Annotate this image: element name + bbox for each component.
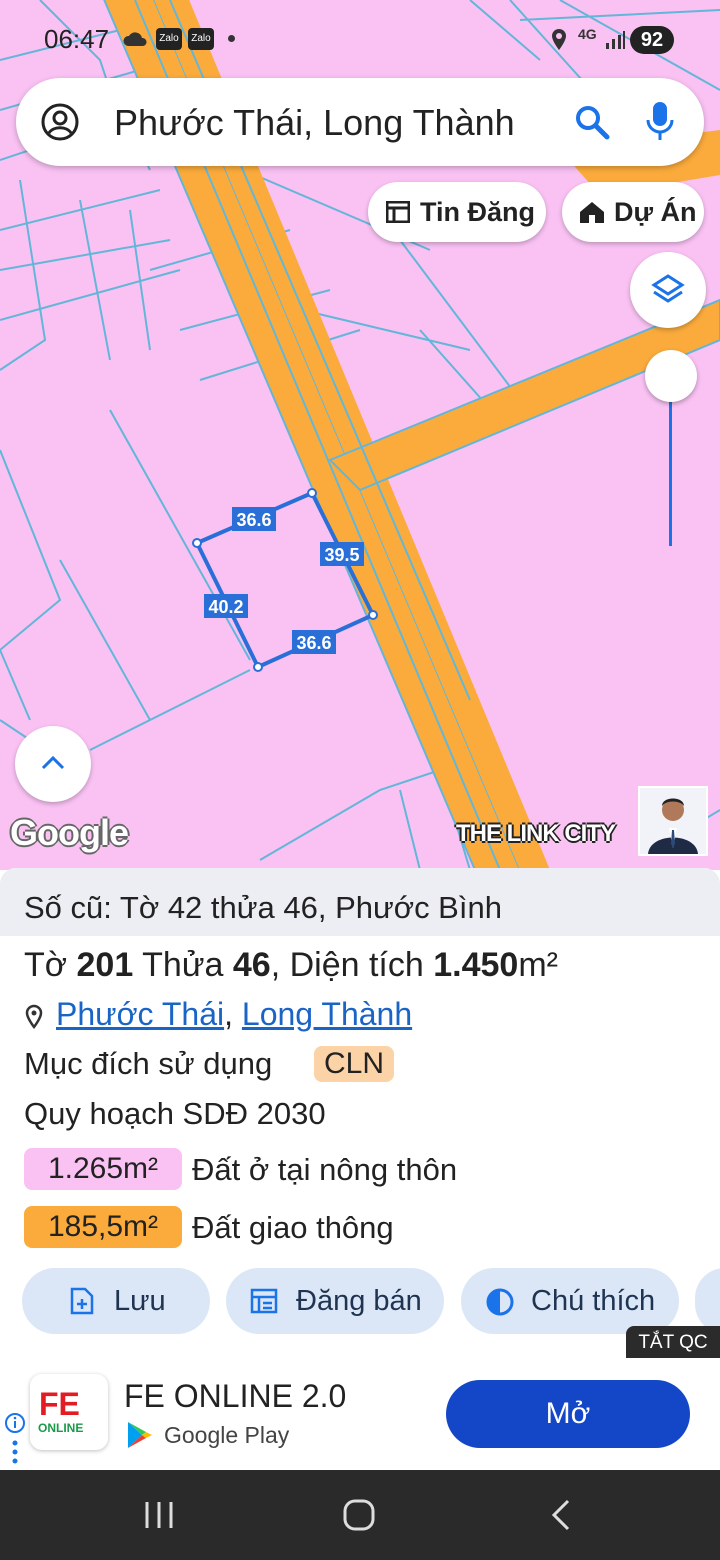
parcel-number: 46 [232, 946, 271, 984]
zone-label-traffic: Đất giao thông [192, 1210, 394, 1245]
edge-label-top: 36.6 [236, 510, 271, 530]
expand-button[interactable] [15, 726, 91, 802]
edge-label-bottom: 36.6 [296, 633, 331, 653]
contrast-icon [486, 1288, 514, 1316]
clock: 06:47 [44, 24, 110, 54]
ad-store-label: Google Play [164, 1422, 290, 1448]
more-actions-button[interactable] [695, 1268, 720, 1334]
zalo-icon: Zalo [156, 28, 182, 50]
search-bar[interactable]: Phước Thái, Long Thành [16, 78, 704, 166]
listings-label: Tin Đăng [420, 197, 536, 227]
district-link[interactable]: Long Thành [242, 996, 412, 1032]
zone-area-residential: 1.265m² [24, 1148, 182, 1190]
listings-chip[interactable]: Tin Đăng [368, 182, 546, 242]
google-play-icon [128, 1422, 152, 1448]
google-logo: Google [10, 812, 129, 853]
system-nav-bar [0, 1470, 720, 1560]
post-sale-label: Đăng bán [296, 1285, 422, 1317]
recent-apps-icon[interactable] [142, 1500, 176, 1530]
logo-text: FE [39, 1386, 80, 1422]
cloud-icon [123, 32, 147, 46]
listing-icon [250, 1288, 278, 1314]
map-view[interactable]: 36.6 39.5 40.2 36.6 06:47 Zalo Zalo 4G 9… [0, 0, 720, 870]
open-app-button[interactable]: Mở [446, 1380, 690, 1448]
home-icon[interactable] [342, 1498, 376, 1532]
add-file-icon [70, 1287, 94, 1315]
ward-link[interactable]: Phước Thái [56, 996, 224, 1032]
battery-indicator: 92 [630, 26, 674, 54]
ad-banner[interactable]: FE ONLINE FE ONLINE 2.0 Google Play Mở [0, 1358, 720, 1470]
search-query[interactable]: Phước Thái, Long Thành [114, 102, 515, 144]
app-logo: FE ONLINE [30, 1374, 108, 1450]
search-icon[interactable] [574, 104, 610, 140]
legend-label: Chú thích [531, 1285, 656, 1317]
close-ad-button[interactable]: TẮT QC [626, 1326, 720, 1360]
opacity-slider-handle[interactable] [645, 350, 697, 402]
edge-label-left: 40.2 [208, 597, 243, 617]
listings-icon [386, 201, 410, 223]
parcel-prefix: Thửa [133, 946, 233, 984]
projects-chip[interactable]: Dự Án [562, 182, 704, 242]
zone-label-residential: Đất ở tại nông thôn [192, 1152, 458, 1187]
zone-area-traffic: 185,5m² [24, 1206, 182, 1248]
old-record-text: Số cũ: Tờ 42 thửa 46, Phước Bình [24, 890, 502, 925]
location-icon [552, 29, 566, 50]
logo-subtext: ONLINE [38, 1421, 84, 1435]
layers-button[interactable] [630, 252, 706, 328]
location-separator: , [224, 996, 242, 1032]
post-sale-button[interactable]: Đăng bán [226, 1268, 444, 1334]
microphone-icon[interactable] [644, 100, 676, 142]
area-unit: m² [518, 946, 558, 984]
parcel-summary: Tờ 201 Thửa 46, Diện tích 1.450m² [24, 946, 558, 985]
back-icon[interactable] [548, 1498, 574, 1532]
location-pin-icon [25, 1004, 43, 1029]
save-button[interactable]: Lưu [22, 1268, 210, 1334]
chevron-up-icon [41, 755, 65, 770]
usage-code-badge: CLN [314, 1046, 395, 1082]
legend-button[interactable]: Chú thích [461, 1268, 679, 1334]
area-prefix: , Diện tích [270, 946, 434, 984]
status-bar: 06:47 Zalo Zalo 4G 92 [0, 0, 720, 80]
opacity-slider-track[interactable] [669, 400, 672, 546]
sheet-number: 201 [76, 946, 134, 984]
notification-dot-icon [228, 35, 235, 42]
building-icon [580, 202, 604, 223]
edge-label-right: 39.5 [324, 545, 359, 565]
layers-icon [651, 274, 685, 303]
brand-watermark: THE LINK CITY [456, 820, 616, 847]
avatar[interactable] [638, 786, 708, 856]
sheet-prefix: Tờ [24, 946, 77, 984]
info-icon[interactable] [4, 1412, 26, 1434]
parcel-info-sheet[interactable]: Số cũ: Tờ 42 thửa 46, Phước Bình Tờ 201 … [0, 868, 720, 1358]
usage-label: Mục đích sử dụng [24, 1046, 273, 1081]
location-row: Phước Thái, Long Thành [24, 996, 412, 1033]
more-vert-icon[interactable] [12, 1440, 18, 1464]
plan-label: Quy hoạch SDĐ 2030 [24, 1096, 326, 1131]
network-type: 4G [578, 26, 597, 42]
save-label: Lưu [114, 1285, 166, 1317]
account-icon[interactable] [40, 102, 80, 142]
area-value: 1.450 [433, 946, 519, 984]
projects-label: Dự Án [614, 197, 697, 227]
person-avatar-icon [640, 788, 706, 854]
signal-icon [606, 31, 625, 49]
old-record-row: Số cũ: Tờ 42 thửa 46, Phước Bình [0, 868, 720, 936]
ad-title: FE ONLINE 2.0 [124, 1378, 347, 1414]
zalo-icon: Zalo [188, 28, 214, 50]
